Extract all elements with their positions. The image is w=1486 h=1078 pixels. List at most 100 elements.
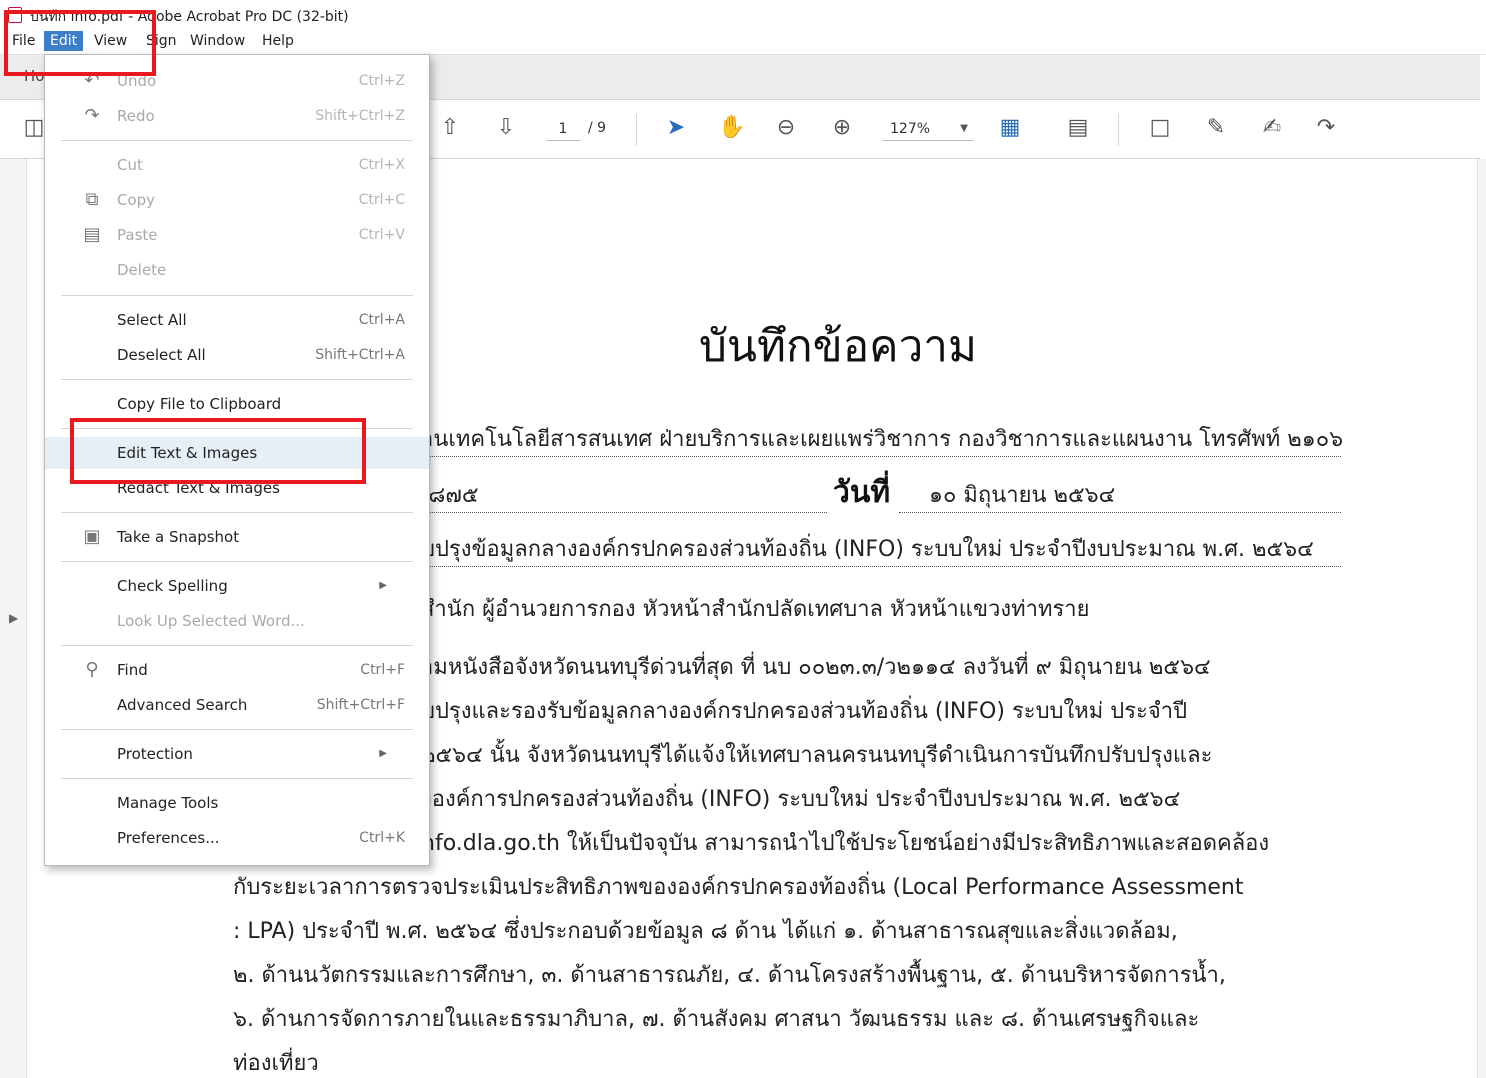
fit-page-icon[interactable]: ▦ (994, 113, 1026, 143)
doc-paragraph-line: ๖. ด้านการจัดการภายในและธรรมาภิบาล, ๗. ด… (233, 1007, 1200, 1032)
menu-item-label: Deselect All (117, 346, 206, 364)
menu-item-label: Paste (117, 226, 158, 244)
doc-paragraph-line: : LPA) ประจำปี พ.ศ. ๒๕๖๔ ซึ่งประกอบด้วยข… (233, 919, 1178, 944)
menu-separator (61, 295, 413, 296)
menu-separator (61, 379, 413, 380)
doc-paragraph-line: nfo.dla.go.th ให้เป็นปัจจุบัน สามารถนำไป… (421, 831, 1270, 856)
expand-panel-icon[interactable]: ▶ (9, 611, 18, 625)
menu-item-shortcut: Ctrl+F (360, 662, 405, 678)
page-number-input[interactable]: 1 (546, 118, 580, 141)
menu-item-label: Manage Tools (117, 794, 219, 812)
menu-separator (61, 140, 413, 141)
menu-item-label: Cut (117, 156, 143, 174)
menu-item-label: Check Spelling (117, 577, 228, 595)
menu-item-label: Delete (117, 261, 167, 279)
menu-item-label: Protection (117, 745, 193, 763)
doc-line-recipient: สำนัก ผู้อำนวยการกอง หัวหน้าสำนักปลัดเทศ… (421, 597, 1090, 622)
menu-item-label: Redo (117, 107, 155, 125)
menu-item-manage-tools[interactable]: Manage Tools (45, 787, 429, 819)
doc-date-value: ๑๐ มิถุนายน ๒๕๖๔ (899, 477, 1341, 513)
doc-paragraph-line: ับปรุงและรองรับข้อมูลกลางองค์กรปกครองส่ว… (421, 699, 1188, 724)
comment-icon[interactable]: □ (1144, 113, 1176, 143)
camera-icon: ▣ (83, 526, 101, 547)
copy-icon: ⧉ (85, 189, 99, 210)
menu-item-label: Preferences... (117, 829, 220, 847)
menu-item-label: Select All (117, 311, 187, 329)
menu-item-label: Look Up Selected Word... (117, 612, 305, 630)
menu-item-delete[interactable]: Delete (45, 254, 429, 286)
menu-item-shortcut: Ctrl+A (358, 312, 405, 328)
menu-item-cut[interactable]: Cut Ctrl+X (45, 149, 429, 181)
share-icon[interactable]: ↷ (1310, 113, 1342, 143)
highlight-icon[interactable]: ✎ (1200, 113, 1232, 143)
page-down-icon[interactable]: ⇩ (490, 113, 522, 143)
toolbar-divider (1118, 114, 1119, 146)
menu-item-shortcut: Ctrl+X (358, 157, 405, 173)
caret-icon: ▼ (960, 123, 968, 134)
toolbar-divider (636, 114, 637, 146)
doc-line-subject: ับปรุงข้อมูลกลางองค์กรปกครองส่วนท้องถิ่น… (421, 531, 1341, 567)
doc-paragraph-line: ๒. ด้านนวัตกรรมและการศึกษา, ๓. ด้านสาธาร… (233, 963, 1226, 988)
menu-item-shortcut: Shift+Ctrl+Z (315, 108, 405, 124)
menu-item-label: Take a Snapshot (117, 528, 240, 546)
page-total: / 9 (588, 120, 607, 136)
zoom-out-icon[interactable]: ⊖ (770, 113, 802, 143)
menu-item-check-spelling[interactable]: Check Spelling ▶ (45, 570, 429, 602)
scroll-mode-icon[interactable]: ▤ (1062, 113, 1094, 143)
submenu-arrow-icon: ▶ (379, 748, 387, 759)
menu-separator (61, 645, 413, 646)
menu-item-deselect-all[interactable]: Deselect All Shift+Ctrl+A (45, 339, 429, 371)
menu-item-shortcut: Ctrl+Z (358, 73, 405, 89)
doc-date-label: วันที่ (833, 475, 891, 510)
left-panel-rail: ▶ (0, 159, 27, 1078)
paste-icon: ▤ (83, 224, 101, 245)
menu-item-find[interactable]: ⚲ Find Ctrl+F (45, 654, 429, 686)
menu-item-paste[interactable]: ▤ Paste Ctrl+V (45, 219, 429, 251)
right-scrollbar[interactable] (1477, 159, 1486, 1078)
zoom-level-value: 127% (890, 121, 931, 137)
highlight-box-edit-text (70, 418, 366, 484)
menu-item-shortcut: Shift+Ctrl+F (316, 697, 405, 713)
sign-icon[interactable]: ✍ (1256, 113, 1288, 143)
menu-item-redo[interactable]: ↷ Redo Shift+Ctrl+Z (45, 100, 429, 132)
doc-paragraph-line: งองค์การปกครองส่วนท้องถิ่น (INFO) ระบบให… (421, 787, 1181, 812)
menu-item-label: Find (117, 661, 148, 679)
doc-paragraph-line: ๒๕๖๔ นั้น จังหวัดนนทบุรีได้แจ้งให้เทศบาล… (421, 743, 1213, 768)
menu-separator (61, 561, 413, 562)
menu-item-shortcut: Ctrl+C (358, 192, 405, 208)
menu-item-shortcut: Shift+Ctrl+A (315, 347, 405, 363)
menu-item-preferences[interactable]: Preferences... Ctrl+K (45, 822, 429, 854)
doc-line-department: านเทคโนโลยีสารสนเทศ ฝ่ายบริการและเผยแพร่… (421, 421, 1343, 457)
menu-item-label: Copy File to Clipboard (117, 395, 282, 413)
doc-paragraph-line: กับระยะเวลาการตรวจประเมินประสิทธิภาพของอ… (233, 875, 1244, 900)
menu-separator (61, 729, 413, 730)
redo-icon: ↷ (84, 105, 100, 126)
menu-item-protection[interactable]: Protection ▶ (45, 738, 429, 770)
menu-help[interactable]: Help (256, 31, 300, 51)
menu-item-advanced-search[interactable]: Advanced Search Shift+Ctrl+F (45, 689, 429, 721)
menu-window[interactable]: Window (184, 31, 251, 51)
title-bar: บันทึก info.pdf - Adobe Acrobat Pro DC (… (0, 0, 1486, 28)
page-up-icon[interactable]: ⇧ (434, 113, 466, 143)
menu-separator (61, 778, 413, 779)
zoom-in-icon[interactable]: ⊕ (826, 113, 858, 143)
menu-item-copy[interactable]: ⧉ Copy Ctrl+C (45, 184, 429, 216)
search-icon: ⚲ (85, 659, 99, 680)
doc-paragraph-line: ท่องเที่ยว (233, 1051, 319, 1076)
document-title: บันทึกข้อความ (699, 321, 978, 372)
hand-icon[interactable]: ✋ (716, 113, 748, 143)
menu-item-shortcut: Ctrl+V (358, 227, 405, 243)
menu-item-select-all[interactable]: Select All Ctrl+A (45, 304, 429, 336)
select-cursor-icon[interactable]: ➤ (660, 113, 692, 143)
menu-item-copy-file-to-clipboard[interactable]: Copy File to Clipboard (45, 388, 429, 420)
menu-bar: File Edit View Sign Window Help (0, 28, 1486, 55)
menu-item-look-up-word[interactable]: Look Up Selected Word... (45, 605, 429, 637)
menu-item-take-snapshot[interactable]: ▣ Take a Snapshot (45, 521, 429, 553)
menu-item-label: Advanced Search (117, 696, 248, 714)
menu-item-shortcut: Ctrl+K (359, 830, 405, 846)
zoom-level-dropdown[interactable]: 127% ▼ (882, 118, 974, 141)
menu-separator (61, 512, 413, 513)
doc-line-ref: /๘๗๕ (421, 477, 827, 513)
submenu-arrow-icon: ▶ (379, 580, 387, 591)
menu-item-label: Copy (117, 191, 156, 209)
